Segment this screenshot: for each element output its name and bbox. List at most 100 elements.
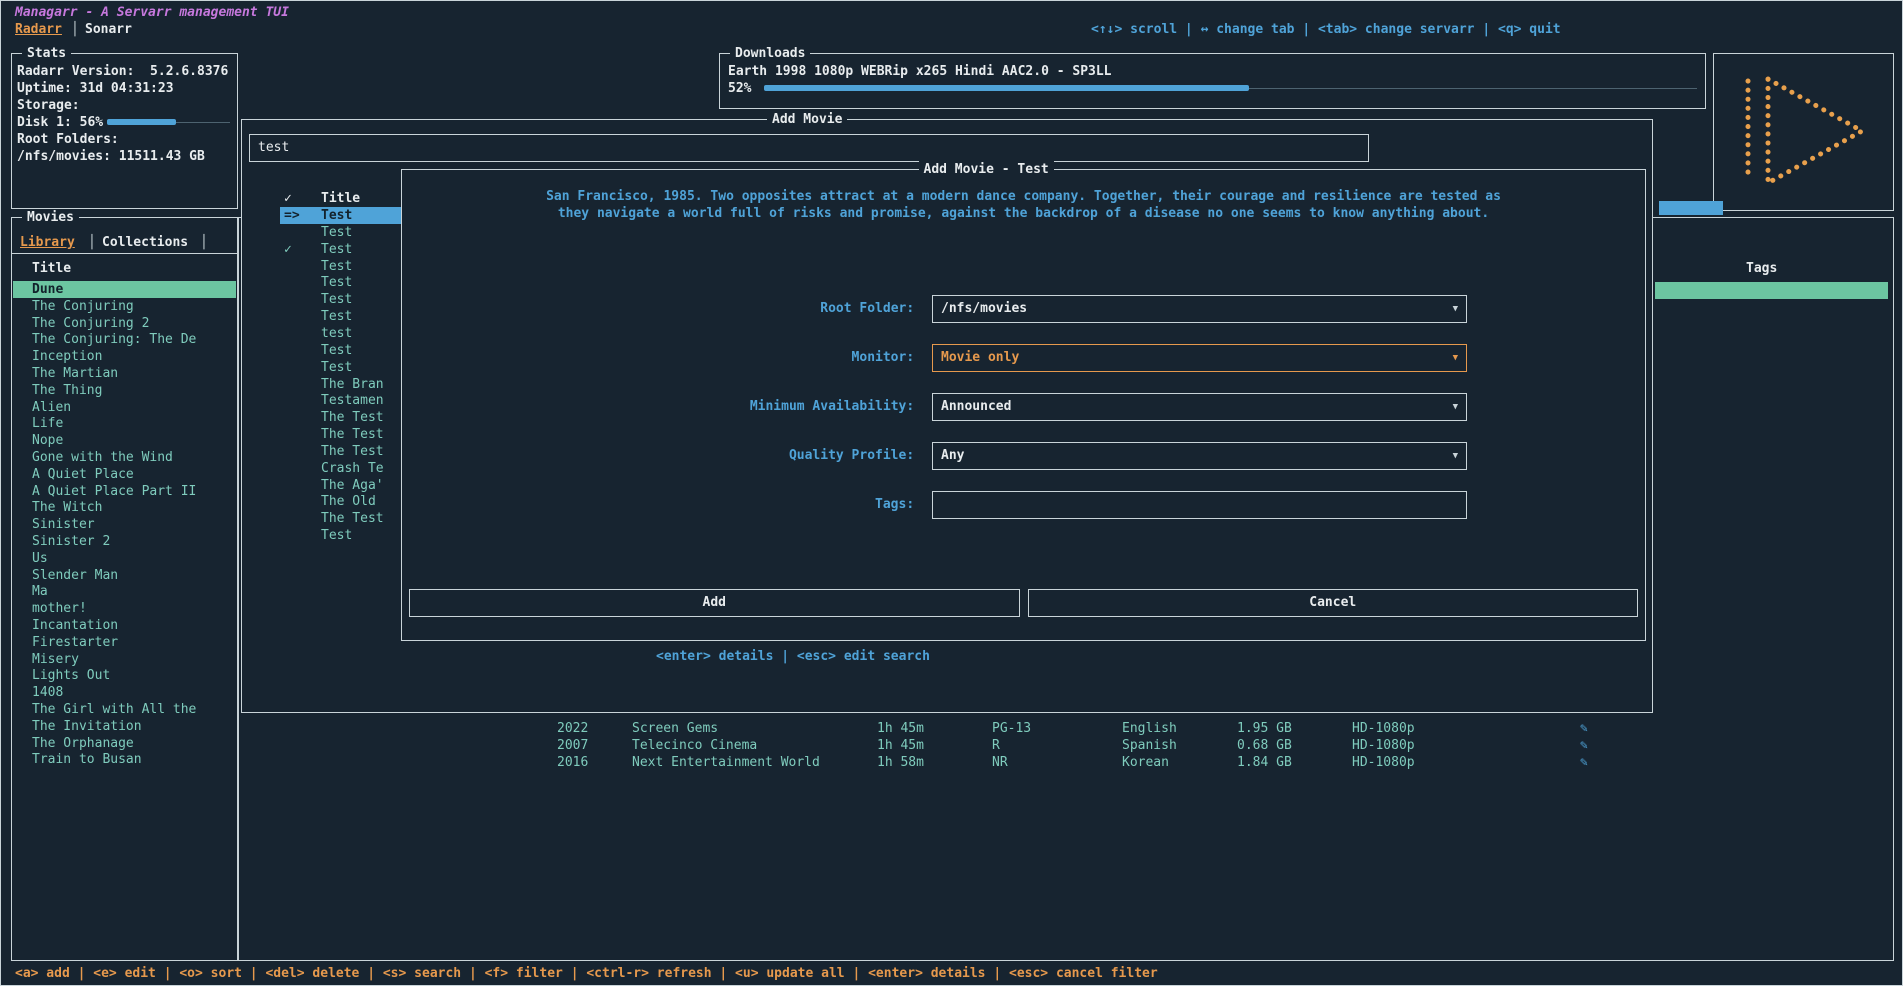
movie-search-input[interactable]: test xyxy=(249,134,1369,162)
sidebar-movie-row[interactable]: 1408 xyxy=(13,684,236,701)
sidebar-movie-row[interactable]: Life xyxy=(13,415,236,432)
download-gauge-fill xyxy=(764,85,1249,91)
library-table-row[interactable]: 2007Telecinco Cinema1h 45mRSpanish0.68 G… xyxy=(239,737,1893,754)
result-title: Crash Te xyxy=(321,460,384,477)
field-value: Announced xyxy=(941,399,1011,414)
add-form: Root Folder: /nfs/movies▼Monitor: Movie … xyxy=(402,170,1645,640)
add-button[interactable]: Add xyxy=(409,589,1020,617)
top-keybindings: <↑↓> scroll | ↔ change tab | <tab> chang… xyxy=(1091,21,1561,38)
sidebar-movie-row[interactable]: Inception xyxy=(13,348,236,365)
result-title: The Aga' xyxy=(321,477,384,494)
result-title: test xyxy=(321,325,352,342)
search-result-row[interactable]: Test xyxy=(242,274,403,291)
sidebar-movie-row[interactable]: The Thing xyxy=(13,382,236,399)
chevron-down-icon: ▼ xyxy=(1453,443,1458,469)
sidebar-movie-row[interactable]: Us xyxy=(13,550,236,567)
edit-pencil-icon: ✎ xyxy=(1580,720,1588,737)
edit-pencil-icon: ✎ xyxy=(1580,737,1588,754)
library-table-cell: HD-1080p xyxy=(1352,720,1415,737)
sidebar-movie-row[interactable]: Alien xyxy=(13,399,236,416)
edit-pencil-icon: ✎ xyxy=(1580,754,1588,771)
result-title: Test xyxy=(321,258,352,275)
sidebar-movie-row[interactable]: Incantation xyxy=(13,617,236,634)
tab-sonarr[interactable]: Sonarr xyxy=(85,21,132,38)
add-movie-popup-title: Add Movie xyxy=(767,111,847,128)
tab-radarr[interactable]: Radarr xyxy=(15,21,62,38)
search-result-row[interactable]: ✓Test xyxy=(242,241,403,258)
search-result-row[interactable]: Test xyxy=(242,342,403,359)
sidebar-movie-row[interactable]: The Martian xyxy=(13,365,236,382)
cancel-button[interactable]: Cancel xyxy=(1028,589,1639,617)
sidebar-movie-row[interactable]: Ma xyxy=(13,583,236,600)
sidebar-movie-row[interactable]: Firestarter xyxy=(13,634,236,651)
search-result-row[interactable]: Test xyxy=(242,258,403,275)
library-table-cell: 1.84 GB xyxy=(1237,754,1292,771)
search-result-row[interactable]: Test xyxy=(242,291,403,308)
root-folder-dropdown[interactable]: /nfs/movies▼ xyxy=(932,295,1467,323)
search-result-row[interactable]: The Test xyxy=(242,510,403,527)
library-table-row[interactable]: 2016Next Entertainment World1h 58mNRKore… xyxy=(239,754,1893,771)
library-table-row[interactable]: 2022Screen Gems1h 45mPG-13English1.95 GB… xyxy=(239,720,1893,737)
search-result-row[interactable]: The Bran xyxy=(242,376,403,393)
sidebar-movie-row[interactable]: The Witch xyxy=(13,499,236,516)
library-table-cell: NR xyxy=(992,754,1008,771)
minimum-availability-dropdown[interactable]: Announced ▼ xyxy=(932,393,1467,421)
sidebar-movie-row[interactable]: Dune xyxy=(13,281,236,298)
search-result-row[interactable]: The Test xyxy=(242,443,403,460)
search-result-row[interactable]: Test xyxy=(242,224,403,241)
sidebar-movie-row[interactable]: The Conjuring xyxy=(13,298,236,315)
tab-collections[interactable]: Collections xyxy=(102,234,188,251)
monitor-dropdown[interactable]: Movie only▼ xyxy=(932,344,1467,372)
chevron-down-icon: ▼ xyxy=(1453,394,1458,420)
search-result-row[interactable]: test xyxy=(242,325,403,342)
form-row: Root Folder: /nfs/movies▼ xyxy=(402,295,1645,323)
sidebar-movie-row[interactable]: The Orphanage xyxy=(13,735,236,752)
library-table-cell: 1h 45m xyxy=(877,720,924,737)
sidebar-movie-row[interactable]: Slender Man xyxy=(13,567,236,584)
search-result-row[interactable]: =>Test xyxy=(242,207,403,224)
search-result-row[interactable]: Test xyxy=(242,308,403,325)
sidebar-movie-row[interactable]: A Quiet Place Part II xyxy=(13,483,236,500)
search-result-row[interactable]: Test xyxy=(242,527,403,544)
search-result-row[interactable]: The Test xyxy=(242,409,403,426)
app-root: Managarr - A Servarr management TUI Rada… xyxy=(0,0,1903,986)
sidebar-movie-row[interactable]: Sinister 2 xyxy=(13,533,236,550)
search-result-row[interactable]: Testamen xyxy=(242,392,403,409)
sidebar-movie-row[interactable]: Lights Out xyxy=(13,667,236,684)
quality-profile-dropdown[interactable]: Any ▼ xyxy=(932,442,1467,470)
sidebar-movie-row[interactable]: The Conjuring 2 xyxy=(13,315,236,332)
search-result-row[interactable]: The Test xyxy=(242,426,403,443)
sidebar-movie-row[interactable]: Misery xyxy=(13,651,236,668)
search-result-row[interactable]: The Aga' xyxy=(242,477,403,494)
search-result-row[interactable]: Test xyxy=(242,359,403,376)
search-result-row[interactable]: Crash Te xyxy=(242,460,403,477)
form-label: Root Folder: xyxy=(402,295,922,323)
sidebar-movie-row[interactable]: Nope xyxy=(13,432,236,449)
field-value: Any xyxy=(941,448,964,463)
library-table-cell: 2016 xyxy=(557,754,588,771)
library-table-cell: PG-13 xyxy=(992,720,1031,737)
result-title: Test xyxy=(321,527,352,544)
sidebar-movie-row[interactable]: The Invitation xyxy=(13,718,236,735)
sidebar-movie-row[interactable]: The Conjuring: The De xyxy=(13,331,236,348)
result-title: The Test xyxy=(321,409,384,426)
sidebar-movie-row[interactable]: mother! xyxy=(13,600,236,617)
library-table-cell: Korean xyxy=(1122,754,1169,771)
tags-input[interactable] xyxy=(932,491,1467,519)
field-value: Movie only xyxy=(941,350,1019,365)
library-table-cell: 1h 45m xyxy=(877,737,924,754)
stats-panel: Stats Radarr Version: 5.2.6.8376 Uptime:… xyxy=(11,53,238,209)
sidebar-movie-row[interactable]: Train to Busan xyxy=(13,751,236,768)
sidebar-movie-row[interactable]: Gone with the Wind xyxy=(13,449,236,466)
movies-panel-title: Movies xyxy=(22,209,79,226)
result-title: The Old xyxy=(321,493,376,510)
sidebar-movie-row[interactable]: A Quiet Place xyxy=(13,466,236,483)
search-result-row[interactable]: The Old xyxy=(242,493,403,510)
sidebar-movie-row[interactable]: Sinister xyxy=(13,516,236,533)
tab-library[interactable]: Library xyxy=(20,234,75,251)
add-movie-confirm-popup: Add Movie - Test San Francisco, 1985. Tw… xyxy=(401,169,1646,641)
root-folder-value: /nfs/movies: 11511.43 GB xyxy=(17,148,205,165)
download-gauge xyxy=(764,80,1697,97)
movie-list: DuneThe ConjuringThe Conjuring 2The Conj… xyxy=(12,281,237,958)
sidebar-movie-row[interactable]: The Girl with All the xyxy=(13,701,236,718)
